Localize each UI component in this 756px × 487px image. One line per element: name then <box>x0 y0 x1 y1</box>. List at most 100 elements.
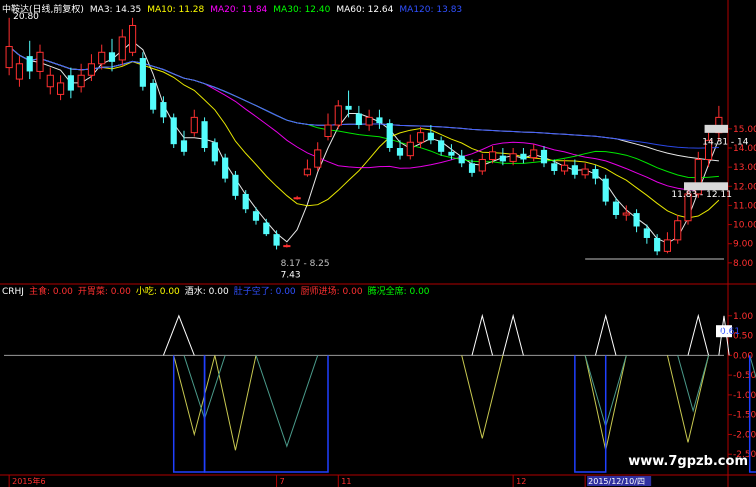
ma-legend-4: MA60: 12.64 <box>336 5 394 15</box>
candle-body-62 <box>643 228 650 238</box>
indicator-legend-0: 主食: 0.00 <box>28 287 73 297</box>
candle-body-23 <box>242 193 249 210</box>
candle-body-0 <box>5 46 13 69</box>
candle-body-49 <box>509 153 517 162</box>
ind-tick-label-4: -1.00 <box>733 391 756 401</box>
candle-body-47 <box>488 151 497 160</box>
candle-body-19 <box>201 121 208 148</box>
candle-body-24 <box>252 211 260 221</box>
candle-body-46 <box>478 158 486 172</box>
candle-body-63 <box>654 237 661 252</box>
candle-body-36 <box>376 117 383 124</box>
candle-body-34 <box>355 113 362 126</box>
price-tick-label-2: 13.00 <box>733 163 756 173</box>
candle-body-45 <box>468 163 476 173</box>
candle-body-56 <box>581 168 589 176</box>
candle-body-11 <box>118 36 126 61</box>
candle-body-29 <box>303 168 312 176</box>
price-tick-label-6: 9.00 <box>733 240 753 250</box>
indicator-legend-3: 酒水: 0.00 <box>184 287 229 297</box>
ma-legend-2: MA20: 11.84 <box>210 5 268 15</box>
candle-body-52 <box>540 149 548 164</box>
stock-chart-window: 15.00 14.00 13.00 12.00 11.00 10.00 9.00 8.00 14… <box>0 0 756 487</box>
indicator-legend-1: 开胃菜: 0.00 <box>77 287 131 297</box>
candle-body-32 <box>334 105 342 126</box>
indicator-legend-5: 厨师进场: 0.00 <box>300 287 363 297</box>
price-tick-label-7: 8.00 <box>733 259 753 269</box>
ind-tick-label-6: -2.00 <box>733 430 756 440</box>
annotation-lower: 11.83 - 12.11 <box>671 190 732 200</box>
candle-body-39 <box>406 141 414 157</box>
candle-body-33 <box>345 105 352 110</box>
ma-line-10 <box>8 46 720 219</box>
ma-line-3 <box>8 40 720 244</box>
ma-legend-3: MA30: 12.40 <box>273 5 331 15</box>
ind-peak-0 <box>162 314 195 356</box>
candle-body-8 <box>87 63 96 76</box>
ma-line-60 <box>8 46 719 162</box>
indicator-legend-2: 小吃: 0.00 <box>135 287 180 297</box>
candle-body-3 <box>36 51 44 72</box>
candle-body-59 <box>612 201 620 215</box>
candle-body-26 <box>273 234 280 246</box>
ind-trough-green-1 <box>255 355 319 448</box>
candle-body-1 <box>15 63 24 80</box>
candle-body-61 <box>633 213 640 227</box>
candle-body-14 <box>150 82 157 110</box>
candle-body-44 <box>458 155 465 164</box>
x-tick-label-0: 2015年6 <box>12 476 45 486</box>
candle-body-51 <box>530 149 538 159</box>
candle-body-13 <box>139 58 146 87</box>
candle-body-21 <box>222 157 229 179</box>
candle-body-50 <box>520 153 527 160</box>
stock-name: 中鞍达(日线,前复权) <box>2 5 84 15</box>
candle-body-2 <box>26 56 33 72</box>
candle-body-41 <box>427 132 434 141</box>
candle-body-27 <box>283 245 291 248</box>
candle-body-43 <box>448 151 455 156</box>
chart-canvas[interactable]: 15.0014.0013.0012.0011.0010.009.008.0014… <box>0 0 756 487</box>
ma-legend-1: MA10: 11.28 <box>147 5 205 15</box>
candle-body-64 <box>663 239 672 252</box>
candle-body-9 <box>98 51 106 65</box>
indicator-legend-6: 腾况全席: 0.00 <box>367 287 430 297</box>
ind-peak-2 <box>502 313 524 356</box>
candle-body-60 <box>622 212 630 216</box>
ma-line-120 <box>8 46 719 149</box>
candle-body-7 <box>77 74 85 88</box>
ind-trough-green-3 <box>677 355 710 413</box>
candle-body-6 <box>67 75 74 91</box>
ind-peak-3 <box>594 313 617 356</box>
candle-body-57 <box>592 169 599 179</box>
watermark: www.7gpzb.com <box>628 454 748 469</box>
ind-blue-block-1 <box>203 355 329 473</box>
candle-body-10 <box>108 52 116 62</box>
candle-body-54 <box>560 164 569 172</box>
candle-body-58 <box>602 178 609 202</box>
candle-body-12 <box>128 24 137 53</box>
candle-body-31 <box>324 124 332 138</box>
x-tick-label-4: 2015/12/10/四 <box>588 477 645 486</box>
candle-body-4 <box>46 74 54 88</box>
ind-trough-yellow-4 <box>666 355 710 443</box>
candle-body-65 <box>674 220 682 241</box>
indicator-name: CRHJ <box>2 287 24 297</box>
candle-body-20 <box>211 142 218 162</box>
price-tick-label-5: 10.00 <box>733 221 756 231</box>
price-tick-label-4: 11.00 <box>733 201 756 211</box>
ma-legend-0: MA3: 14.35 <box>89 5 142 15</box>
candle-body-30 <box>314 149 322 168</box>
candle-body-28 <box>293 197 301 200</box>
candle-body-35 <box>365 116 373 126</box>
candle-body-55 <box>571 165 578 175</box>
candle-body-17 <box>180 140 188 152</box>
indicator-header: CRHJ 主食: 0.00 开胃菜: 0.00 小吃: 0.00 酒水: 0.00 肚子空… <box>2 284 440 297</box>
price-tick-label-0: 15.00 <box>733 125 756 135</box>
candle-body-40 <box>416 132 425 143</box>
ind-peak-1 <box>471 313 494 356</box>
ind-trough-yellow-0 <box>173 355 216 437</box>
candle-body-25 <box>263 222 270 235</box>
ma-legend-5: MA120: 13.83 <box>399 5 463 15</box>
candle-body-18 <box>190 116 198 134</box>
ind-tick-label-3: -0.50 <box>733 371 756 381</box>
